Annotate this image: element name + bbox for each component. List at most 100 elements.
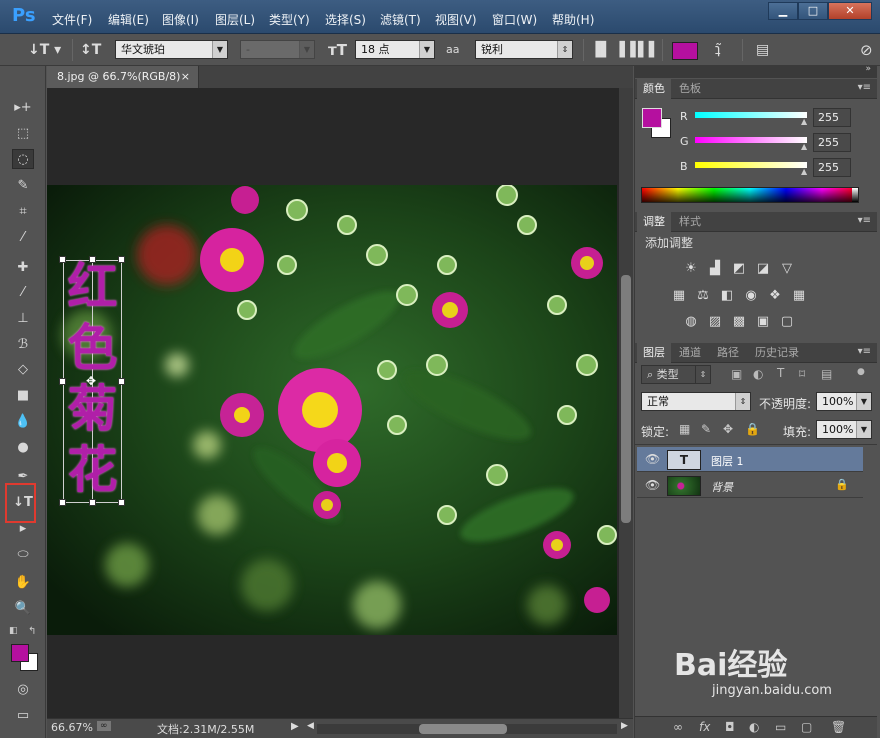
panel-menu-icon[interactable]: ▾≡ <box>858 215 871 226</box>
collapse-icon[interactable]: » <box>865 64 871 74</box>
lock-pixels-icon[interactable]: ✎ <box>701 422 711 436</box>
align-center-icon[interactable]: ▐▐ <box>614 41 636 59</box>
vibrance-icon[interactable]: ▽ <box>779 261 795 277</box>
screen-mode-icon[interactable]: ▭ <box>12 706 34 726</box>
layer-name[interactable]: 背景 <box>711 479 733 495</box>
filter-pixel-icon[interactable]: ▣ <box>731 367 742 381</box>
menu-file[interactable]: 文件(F) <box>52 11 92 28</box>
menu-image[interactable]: 图像(I) <box>162 11 199 28</box>
marquee-tool-icon[interactable]: ⬚ <box>12 124 34 144</box>
lock-transparent-icon[interactable]: ▦ <box>679 422 690 436</box>
quick-mask-icon[interactable]: ◎ <box>12 680 34 700</box>
opacity-input[interactable]: 100% ▼ <box>816 392 872 411</box>
layer-row-background[interactable]: 👁 背景 🔒 <box>637 473 863 498</box>
transform-handle[interactable] <box>118 499 125 506</box>
visibility-eye-icon[interactable]: 👁 <box>645 478 660 492</box>
new-layer-icon[interactable]: ▢ <box>801 720 812 734</box>
horizontal-scrollbar-thumb[interactable] <box>419 724 507 734</box>
brightness-icon[interactable]: ☀ <box>683 261 699 277</box>
invert-icon[interactable]: ◍ <box>683 314 699 330</box>
tab-channels[interactable]: 通道 <box>673 343 707 363</box>
tab-history[interactable]: 历史记录 <box>749 343 805 363</box>
slider-thumb-icon[interactable]: ▲ <box>801 117 807 126</box>
menu-edit[interactable]: 编辑(E) <box>108 11 149 28</box>
healing-brush-tool-icon[interactable]: ✚ <box>12 258 34 278</box>
menu-select[interactable]: 选择(S) <box>325 11 366 28</box>
delete-layer-icon[interactable]: 🗑 <box>831 720 846 734</box>
blur-tool-icon[interactable]: 💧 <box>12 412 34 432</box>
add-mask-icon[interactable]: ◘ <box>725 720 735 734</box>
eyedropper-tool-icon[interactable]: ⁄ <box>12 228 34 248</box>
close-tab-icon[interactable]: × <box>181 66 190 88</box>
channel-r-input[interactable]: 255 <box>813 108 851 127</box>
visibility-eye-icon[interactable]: 👁 <box>645 452 660 466</box>
swap-colors-icon[interactable]: ↰ <box>28 626 36 637</box>
dodge-tool-icon[interactable]: ● <box>12 438 34 458</box>
link-layers-icon[interactable]: ∞ <box>673 720 683 734</box>
hue-saturation-icon[interactable]: ▦ <box>671 288 687 304</box>
gradient-tool-icon[interactable]: ■ <box>12 386 34 406</box>
color-balance-icon[interactable]: ⚖ <box>695 288 711 304</box>
clone-stamp-tool-icon[interactable]: ⊥ <box>12 309 34 329</box>
zoom-tool-icon[interactable]: 🔍 <box>12 599 34 619</box>
quick-select-tool-icon[interactable]: ✎ <box>12 176 34 196</box>
color-foreground-swatch[interactable] <box>642 108 662 128</box>
vertical-scrollbar-thumb[interactable] <box>621 275 631 523</box>
lasso-tool-icon[interactable]: ◌ <box>12 149 34 169</box>
document-tab[interactable]: 8.jpg @ 66.7%(RGB/8) × <box>47 66 199 88</box>
transform-handle[interactable] <box>59 256 66 263</box>
fill-input[interactable]: 100% ▼ <box>816 420 872 439</box>
flower-photo[interactable] <box>47 185 617 635</box>
minimize-button[interactable]: ▁ <box>768 2 798 20</box>
new-group-icon[interactable]: ▭ <box>775 720 786 734</box>
photo-filter-icon[interactable]: ◉ <box>743 288 759 304</box>
filter-adjust-icon[interactable]: ◐ <box>753 367 763 381</box>
eraser-tool-icon[interactable]: ◇ <box>12 360 34 380</box>
text-orientation-icon[interactable]: ↕T <box>80 41 101 59</box>
channel-r-slider[interactable] <box>695 112 807 118</box>
new-adjustment-icon[interactable]: ◐ <box>749 720 759 734</box>
exposure-icon[interactable]: ◪ <box>755 261 771 277</box>
filter-toggle-icon[interactable]: ● <box>857 367 865 377</box>
gradient-map-icon[interactable]: ▣ <box>755 314 771 330</box>
scroll-right-icon[interactable]: ▶ <box>621 721 628 731</box>
fx-icon[interactable]: fx <box>699 720 710 734</box>
filter-type-icon[interactable]: T <box>777 366 784 380</box>
transform-handle[interactable] <box>59 499 66 506</box>
transform-handle[interactable] <box>118 256 125 263</box>
panel-menu-icon[interactable]: ▾≡ <box>858 82 871 93</box>
color-lookup-icon[interactable]: ▦ <box>791 288 807 304</box>
lock-position-icon[interactable]: ✥ <box>723 422 733 436</box>
antialias-select[interactable]: 锐利 ⇕ <box>475 40 573 59</box>
status-info-icon[interactable]: ∞ <box>97 721 111 731</box>
character-panel-icon[interactable]: ▤ <box>756 41 769 59</box>
transform-handle[interactable] <box>89 256 96 263</box>
filter-shape-icon[interactable]: ⌑ <box>799 367 805 381</box>
default-colors-icon[interactable]: ◧ <box>9 626 18 636</box>
align-top-icon[interactable]: ▐▌ <box>590 41 612 59</box>
layer-name[interactable]: 图层 1 <box>711 453 744 469</box>
font-style-select[interactable]: - ▼ <box>240 40 315 59</box>
levels-icon[interactable]: ▟ <box>707 261 723 277</box>
tool-preset-icon[interactable]: ↓T ▾ <box>28 41 61 59</box>
black-white-icon[interactable]: ◧ <box>719 288 735 304</box>
menu-help[interactable]: 帮助(H) <box>552 11 594 28</box>
tab-swatches[interactable]: 色板 <box>673 79 707 99</box>
channel-b-slider[interactable] <box>695 162 807 168</box>
slider-thumb-icon[interactable]: ▲ <box>801 142 807 151</box>
cancel-icon[interactable]: ⊘ <box>860 41 873 59</box>
layer-filter-select[interactable]: ⌕ 类型 ⇕ <box>641 365 711 384</box>
maximize-button[interactable]: □ <box>798 2 828 20</box>
status-menu-arrow-icon[interactable]: ▶ <box>291 721 299 732</box>
channel-mixer-icon[interactable]: ❖ <box>767 288 783 304</box>
channel-b-input[interactable]: 255 <box>813 158 851 177</box>
crop-tool-icon[interactable]: ⌗ <box>12 202 34 222</box>
close-window-button[interactable]: ✕ <box>828 2 872 20</box>
curves-icon[interactable]: ◩ <box>731 261 747 277</box>
menu-layer[interactable]: 图层(L) <box>215 11 255 28</box>
channel-g-slider[interactable] <box>695 137 807 143</box>
color-spectrum-bar[interactable] <box>641 187 859 203</box>
blend-mode-select[interactable]: 正常 ⇕ <box>641 392 751 411</box>
transform-handle[interactable] <box>89 499 96 506</box>
menu-view[interactable]: 视图(V) <box>435 11 477 28</box>
